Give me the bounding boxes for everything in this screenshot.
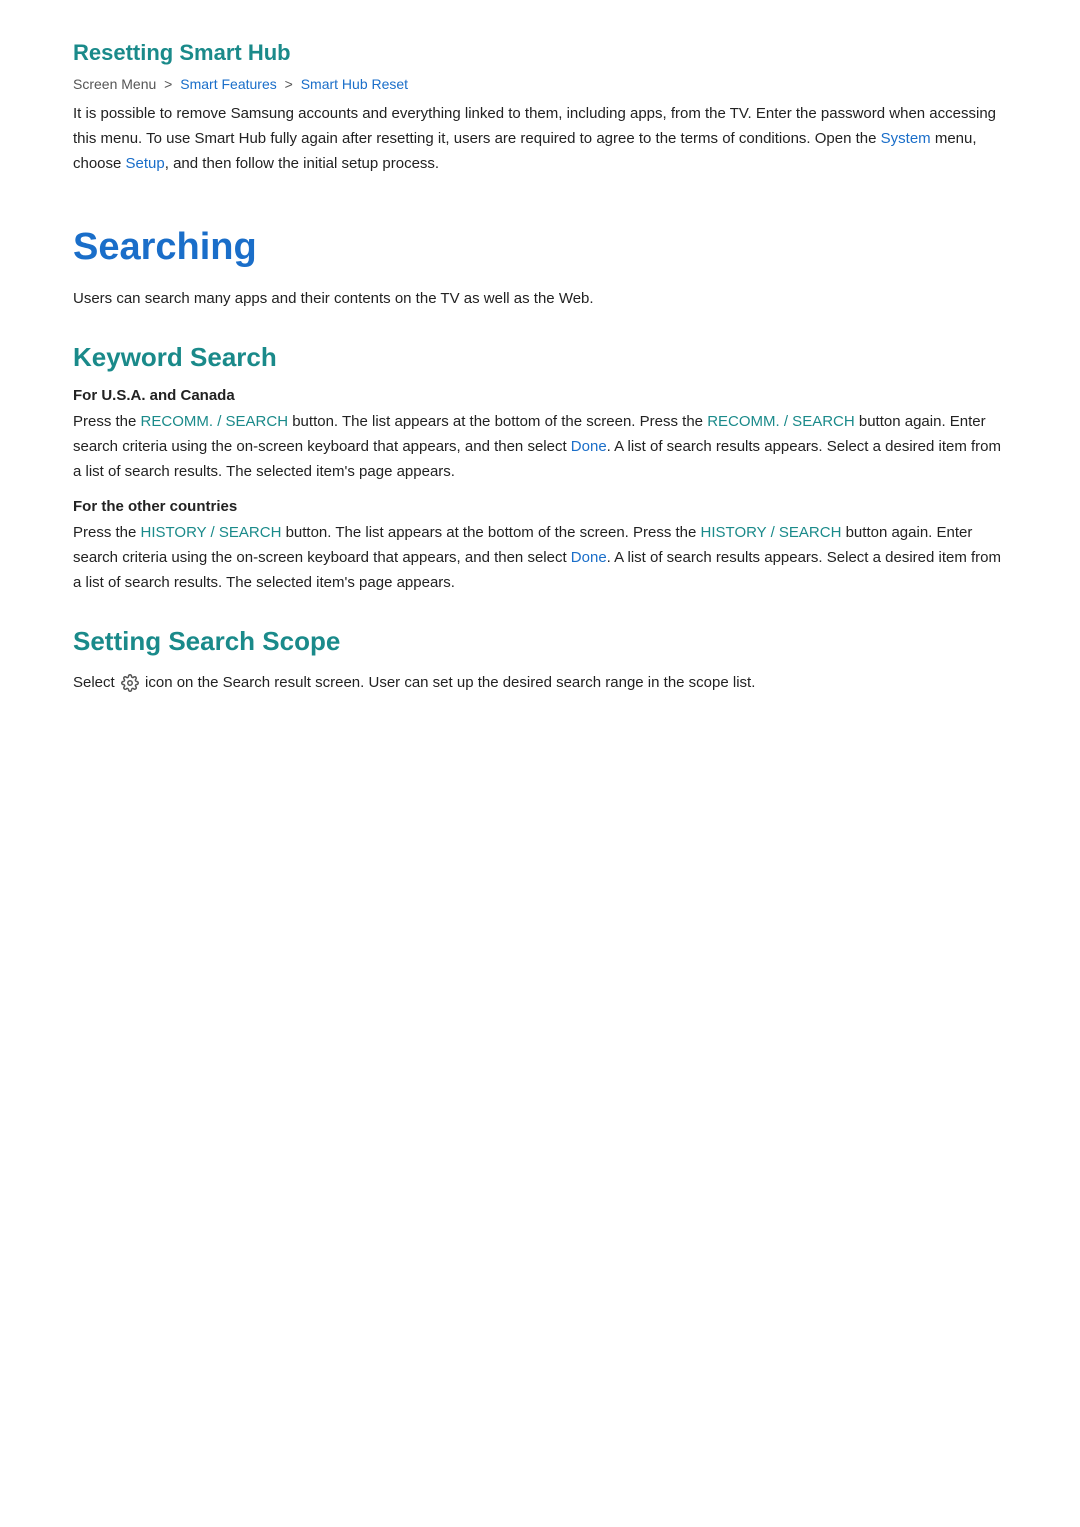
keyword-search-title: Keyword Search	[73, 342, 1007, 373]
searching-title: Searching	[73, 226, 1007, 269]
system-link[interactable]: System	[881, 130, 931, 147]
resetting-title: Resetting Smart Hub	[73, 40, 1007, 66]
breadcrumb-separator1: >	[164, 76, 172, 92]
done-link-other: Done	[571, 549, 607, 566]
gear-icon	[121, 674, 139, 692]
resetting-body-text: It is possible to remove Samsung account…	[73, 105, 996, 147]
recomm-search-2: RECOMM. / SEARCH	[707, 413, 855, 430]
setup-link[interactable]: Setup	[126, 155, 165, 172]
search-scope-body-end: icon on the Search result screen. User c…	[141, 674, 756, 691]
usa-body-mid1: button. The list appears at the bottom o…	[288, 413, 707, 430]
history-search-1: HISTORY / SEARCH	[141, 524, 282, 541]
searching-intro: Users can search many apps and their con…	[73, 287, 1007, 312]
searching-section: Searching Users can search many apps and…	[73, 226, 1007, 312]
other-body: Press the HISTORY / SEARCH button. The l…	[73, 521, 1007, 595]
search-scope-title: Setting Search Scope	[73, 626, 1007, 657]
resetting-smart-hub-section: Resetting Smart Hub Screen Menu > Smart …	[73, 40, 1007, 176]
breadcrumb-start: Screen Menu	[73, 76, 156, 92]
history-search-2: HISTORY / SEARCH	[701, 524, 842, 541]
breadcrumb: Screen Menu > Smart Features > Smart Hub…	[73, 76, 1007, 92]
usa-body: Press the RECOMM. / SEARCH button. The l…	[73, 410, 1007, 484]
other-label: For the other countries	[73, 498, 1007, 515]
done-link-usa: Done	[571, 438, 607, 455]
recomm-search-1: RECOMM. / SEARCH	[141, 413, 289, 430]
breadcrumb-link2[interactable]: Smart Hub Reset	[301, 76, 408, 92]
usa-label: For U.S.A. and Canada	[73, 387, 1007, 404]
usa-body-start: Press the	[73, 413, 141, 430]
other-body-start: Press the	[73, 524, 141, 541]
search-scope-body-start: Select	[73, 674, 119, 691]
breadcrumb-separator2: >	[285, 76, 293, 92]
breadcrumb-link1[interactable]: Smart Features	[180, 76, 276, 92]
resetting-body: It is possible to remove Samsung account…	[73, 102, 1007, 176]
search-scope-body: Select icon on the Search result screen.…	[73, 671, 1007, 696]
keyword-search-section: Keyword Search For U.S.A. and Canada Pre…	[73, 342, 1007, 596]
resetting-body-end: , and then follow the initial setup proc…	[165, 155, 439, 172]
setting-search-scope-section: Setting Search Scope Select icon on the …	[73, 626, 1007, 696]
other-body-mid1: button. The list appears at the bottom o…	[281, 524, 700, 541]
